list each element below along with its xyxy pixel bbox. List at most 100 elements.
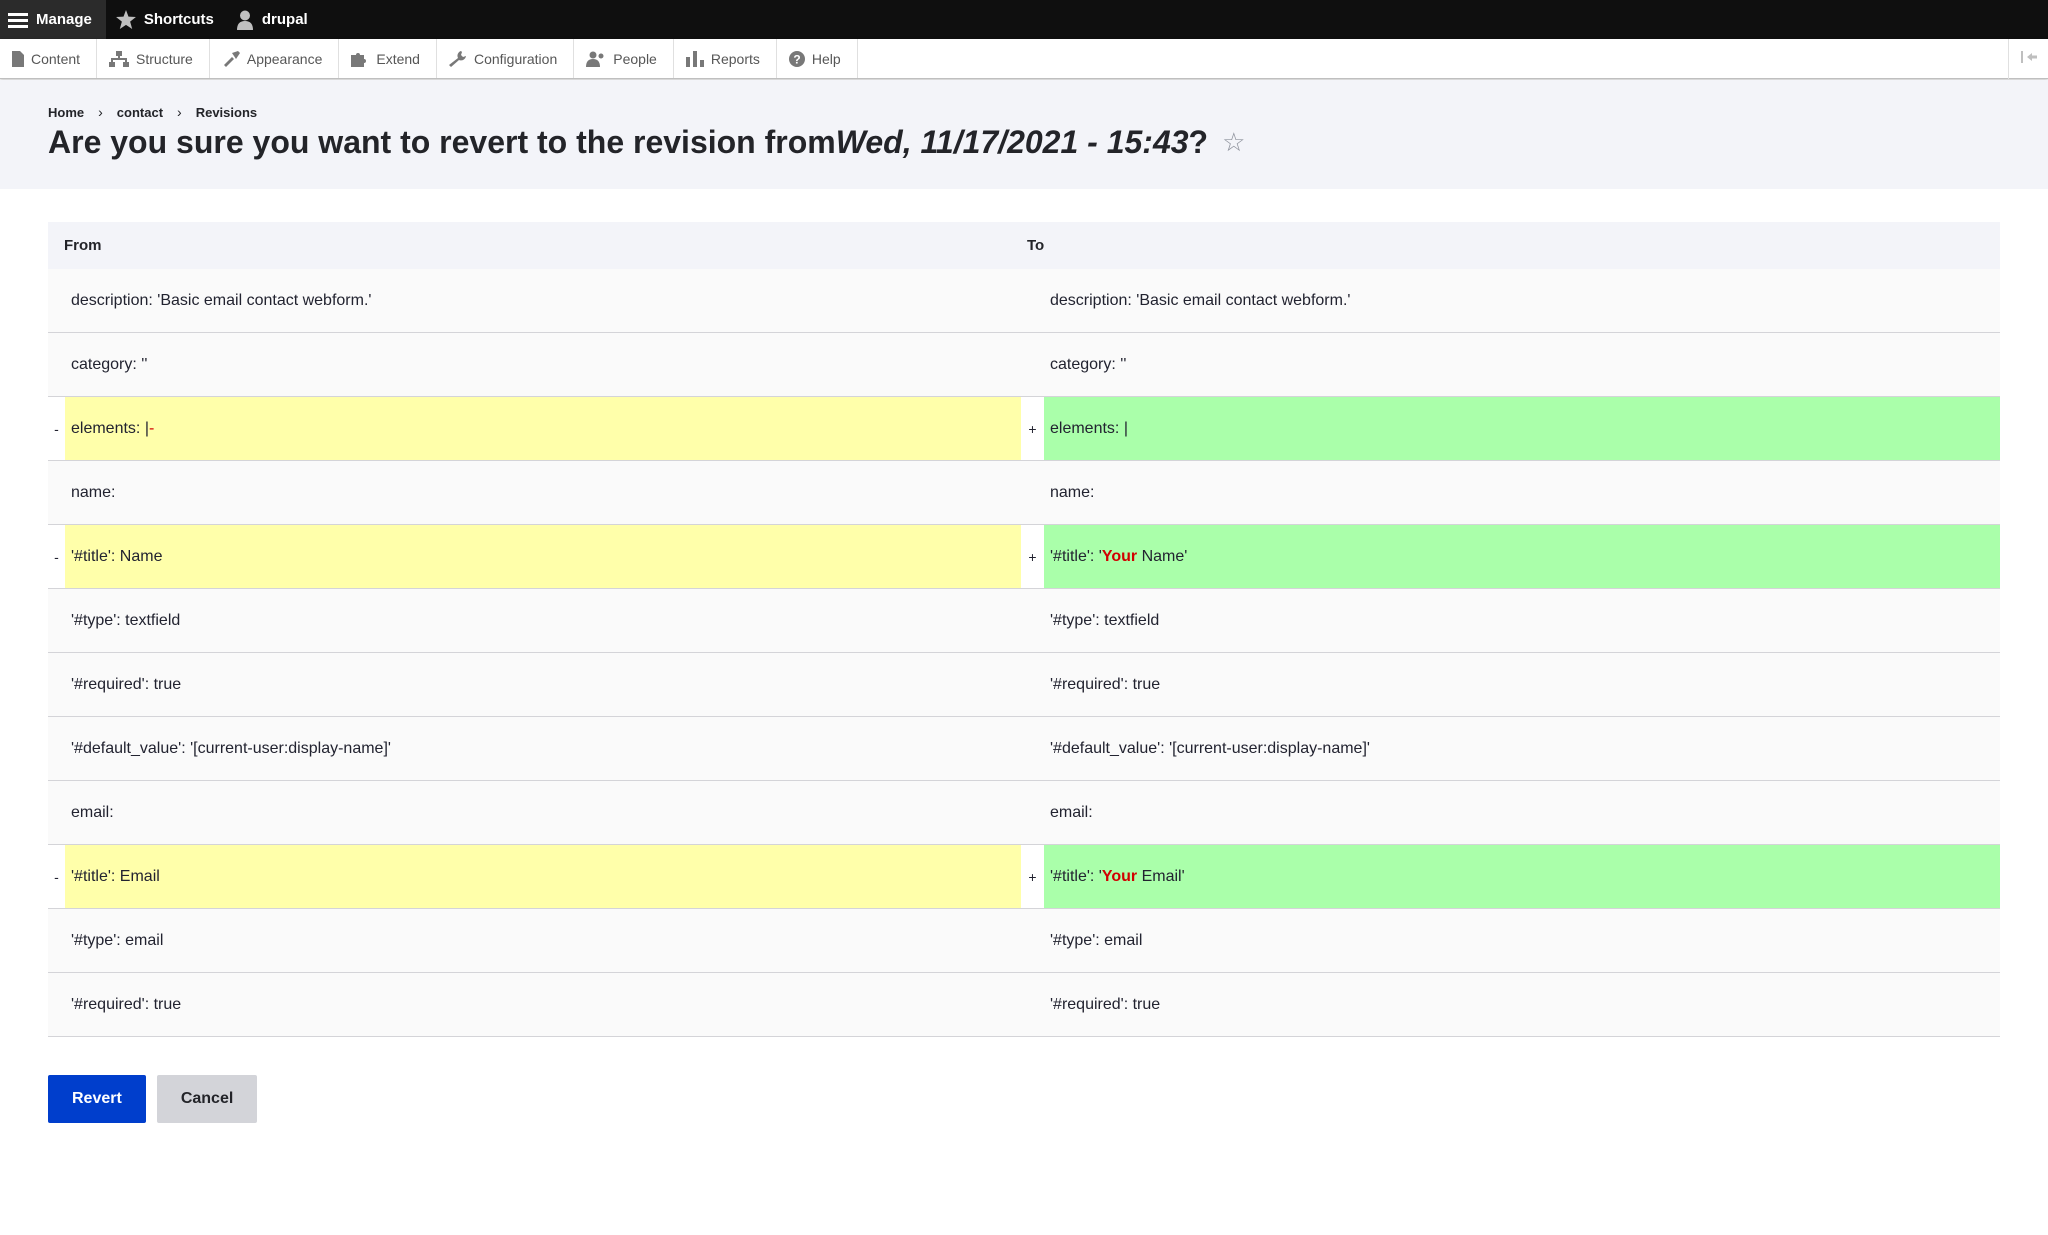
diff-left-text: '#required': true [71,675,182,693]
manage-label: Manage [36,11,92,28]
diff-right-cell: '#required': true [1044,653,2000,716]
diff-right-text: name: [1050,483,1095,501]
diff-left-marker [48,333,65,396]
diff-row: '#type': email '#type': email [48,909,2000,973]
diff-left-text: '#title': Email [71,867,160,885]
puzzle-icon [351,51,369,67]
diff-left-marker: - [48,525,65,588]
diff-right-marker [1021,909,1044,972]
diff-left-text: category: '' [71,355,148,373]
diff-left-text: description: 'Basic email contact webfor… [71,291,372,309]
diff-left-marker: - [48,845,65,908]
diff-left-marker [48,269,65,332]
diff-right-text: '#default_value': '[current-user:display… [1050,739,1370,757]
revision-date: Wed, 11/17/2021 - 15:43 [835,124,1189,160]
diff-left-text: '#type': textfield [71,611,181,629]
tray-item-extend[interactable]: Extend [339,39,437,78]
diff-left-cell: '#type': email [65,909,1021,972]
diff-right-marker [1021,589,1044,652]
diff-row-changed: - '#title': Name + '#title': ' Your Name' [48,525,2000,589]
diff-right-cell: '#default_value': '[current-user:display… [1044,717,2000,780]
cancel-button[interactable]: Cancel [156,1075,258,1123]
diff-right-marker: + [1021,845,1044,908]
form-actions: Revert Cancel [48,1075,258,1123]
diff-right-cell: '#title': ' Your Name' [1044,525,2000,588]
diff-left-marker: - [48,397,65,460]
diff-left-cell: name: [65,461,1021,524]
tray-item-appearance[interactable]: Appearance [210,39,340,78]
diff-row: description: 'Basic email contact webfor… [48,269,2000,333]
diff-left-text: email: [71,803,114,821]
user-icon [236,10,254,30]
tray-item-label: Extend [376,50,420,67]
diff-right-text: '#required': true [1050,995,1161,1013]
revert-button[interactable]: Revert [48,1075,146,1123]
diff-right-text: '#required': true [1050,675,1161,693]
shortcuts-label: Shortcuts [143,11,214,28]
page-title-prefix: Are you sure you want to revert to the r… [48,124,836,160]
diff-right-text: '#title': ' [1050,867,1102,885]
tray-orientation-toggle[interactable] [2008,39,2048,79]
from-column-header: From [64,237,102,254]
diff-right-marker [1021,461,1044,524]
diff-left-marker [48,781,65,844]
diff-right-cell: email: [1044,781,2000,844]
diff-left-cell: category: '' [65,333,1021,396]
diff-left-text: '#required': true [71,995,182,1013]
breadcrumb-home[interactable]: Home [48,105,84,120]
diff-row: name: name: [48,461,2000,525]
people-icon [586,51,606,67]
diff-right-cell: '#title': ' Your Email' [1044,845,2000,908]
to-column-header: To [1027,237,1045,254]
diff-right-marker: + [1021,525,1044,588]
diff-right-text: '#type': email [1050,931,1143,949]
breadcrumb-separator: › [98,104,103,120]
diff-table: From To description: 'Basic email contac… [48,222,2000,1037]
diff-row: '#type': textfield '#type': textfield [48,589,2000,653]
diff-right-cell: name: [1044,461,2000,524]
tray-item-structure[interactable]: Structure [97,39,210,78]
star-icon [115,10,136,29]
diff-rows: description: 'Basic email contact webfor… [48,269,2000,1037]
diff-right-marker [1021,333,1044,396]
diff-right-marker [1021,781,1044,844]
user-tab[interactable]: drupal [226,0,320,39]
diff-deleted-fragment: - [148,419,155,437]
page-title-suffix: ? [1188,124,1209,160]
diff-left-cell: '#title': Email [65,845,1021,908]
tray-item-reports[interactable]: Reports [674,39,777,78]
diff-right-cell: '#type': textfield [1044,589,2000,652]
tray-item-label: Reports [710,50,760,67]
shortcut-star-icon[interactable]: ☆ [1222,127,1245,158]
diff-right-cell: elements: | [1044,397,2000,460]
admin-menu-tray: Content Structure Appearance Extend Conf… [0,39,2048,79]
diff-right-cell: description: 'Basic email contact webfor… [1044,269,2000,332]
tray-item-people[interactable]: People [574,39,674,78]
diff-right-text: category: '' [1050,355,1127,373]
diff-left-cell: '#title': Name [65,525,1021,588]
diff-row: '#required': true '#required': true [48,973,2000,1037]
tray-item-label: Structure [136,50,193,67]
diff-right-text: description: 'Basic email contact webfor… [1050,291,1351,309]
user-label: drupal [261,11,308,28]
diff-row: '#default_value': '[current-user:display… [48,717,2000,781]
hamburger-icon [8,12,28,28]
help-icon: ? [788,50,805,67]
diff-left-text: '#default_value': '[current-user:display… [71,739,391,757]
breadcrumb-revisions[interactable]: Revisions [196,105,257,120]
tray-item-help[interactable]: ? Help [777,39,858,78]
manage-tab[interactable]: Manage [0,0,106,39]
diff-right-marker: + [1021,397,1044,460]
tray-item-configuration[interactable]: Configuration [437,39,575,78]
diff-right-cell: '#type': email [1044,909,2000,972]
tray-item-content[interactable]: Content [0,39,98,78]
diff-left-cell: '#type': textfield [65,589,1021,652]
diff-right-text: email: [1050,803,1093,821]
diff-left-text: elements: | [71,419,149,437]
bar-chart-icon [685,50,704,67]
diff-right-cell: category: '' [1044,333,2000,396]
tray-item-label: Content [31,50,81,67]
file-icon [12,50,24,67]
breadcrumb-contact[interactable]: contact [117,105,163,120]
shortcuts-tab[interactable]: Shortcuts [106,0,226,39]
